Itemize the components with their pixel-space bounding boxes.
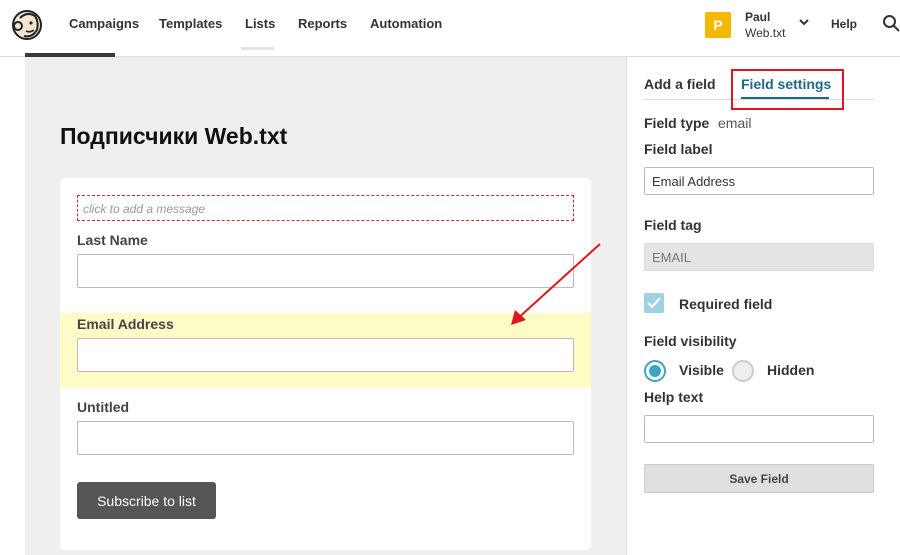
email-input[interactable] xyxy=(77,338,574,372)
annotation-highlight-box xyxy=(731,69,844,110)
tab-add-field[interactable]: Add a field xyxy=(644,76,716,92)
nav-reports[interactable]: Reports xyxy=(298,16,347,31)
user-account[interactable]: Web.txt xyxy=(745,26,785,40)
panel-divider xyxy=(626,57,627,555)
visible-label: Visible xyxy=(679,362,724,378)
nav-campaigns[interactable]: Campaigns xyxy=(69,16,139,31)
help-text-label: Help text xyxy=(644,389,704,405)
required-checkbox[interactable] xyxy=(644,293,664,313)
subscribe-button[interactable]: Subscribe to list xyxy=(77,482,216,519)
field-tag-label: Field tag xyxy=(644,217,702,233)
required-field-label: Required field xyxy=(679,296,773,312)
checkmark-icon xyxy=(647,297,661,309)
field-type-label: Field type xyxy=(644,115,710,131)
help-text-input[interactable] xyxy=(644,415,874,443)
hidden-label: Hidden xyxy=(767,362,815,378)
untitled-input[interactable] xyxy=(77,421,574,455)
page-title: Подписчики Web.txt xyxy=(60,123,288,149)
visible-radio[interactable] xyxy=(644,360,666,382)
nav-templates[interactable]: Templates xyxy=(159,16,222,31)
annotation-arrow-icon xyxy=(511,243,601,325)
save-field-button[interactable]: Save Field xyxy=(644,464,874,493)
help-link[interactable]: Help xyxy=(831,17,857,31)
field-visibility-label: Field visibility xyxy=(644,333,737,349)
field-label-email: Email Address xyxy=(77,316,174,332)
chevron-down-icon[interactable] xyxy=(799,18,809,26)
field-label-label: Field label xyxy=(644,141,713,157)
field-label-last-name: Last Name xyxy=(77,232,148,248)
top-navigation: Campaigns Templates Lists Reports Automa… xyxy=(0,0,900,50)
field-type-value: email xyxy=(718,115,752,131)
field-label-untitled: Untitled xyxy=(77,399,130,415)
mailchimp-logo-icon[interactable] xyxy=(10,8,44,42)
search-icon[interactable] xyxy=(882,14,900,32)
add-message-box[interactable]: click to add a message xyxy=(77,195,574,221)
hidden-radio[interactable] xyxy=(732,360,754,382)
avatar[interactable]: P xyxy=(705,12,731,38)
user-name[interactable]: Paul xyxy=(745,10,770,24)
nav-lists[interactable]: Lists xyxy=(245,16,275,31)
field-label-input[interactable]: Email Address xyxy=(644,167,874,195)
nav-lists-active-indicator xyxy=(241,47,274,50)
field-tag-input: EMAIL xyxy=(644,243,874,271)
nav-automation[interactable]: Automation xyxy=(370,16,442,31)
